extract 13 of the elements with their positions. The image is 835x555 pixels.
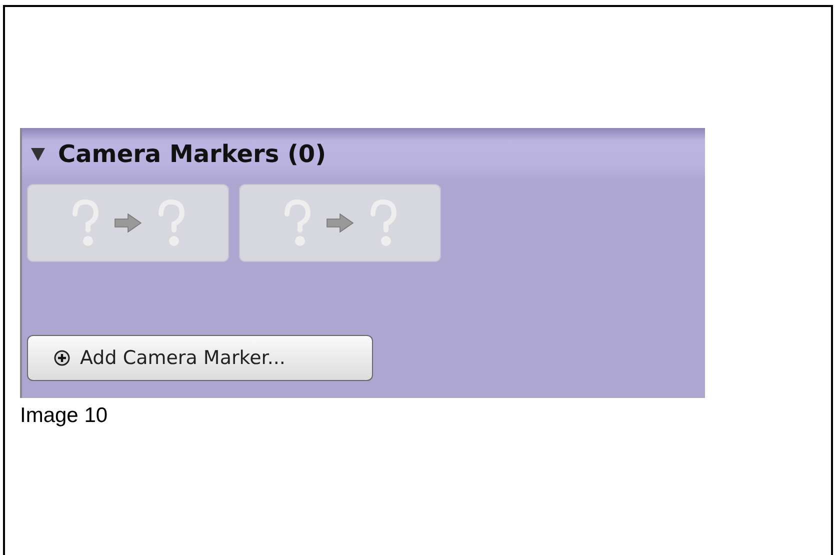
question-mark-icon (282, 198, 312, 248)
panel-title: Camera Markers (0) (58, 140, 326, 168)
empty-marker-slot[interactable] (239, 184, 441, 262)
arrow-icon (114, 213, 142, 233)
disclosure-triangle-icon[interactable] (30, 146, 46, 162)
question-mark-icon (368, 198, 398, 248)
add-camera-marker-button[interactable]: Add Camera Marker... (27, 335, 373, 381)
arrow-icon (326, 213, 354, 233)
question-mark-icon (156, 198, 186, 248)
question-mark-icon (70, 198, 100, 248)
empty-marker-slot[interactable] (27, 184, 229, 262)
image-caption: Image 10 (20, 404, 109, 428)
plus-icon (54, 350, 70, 366)
